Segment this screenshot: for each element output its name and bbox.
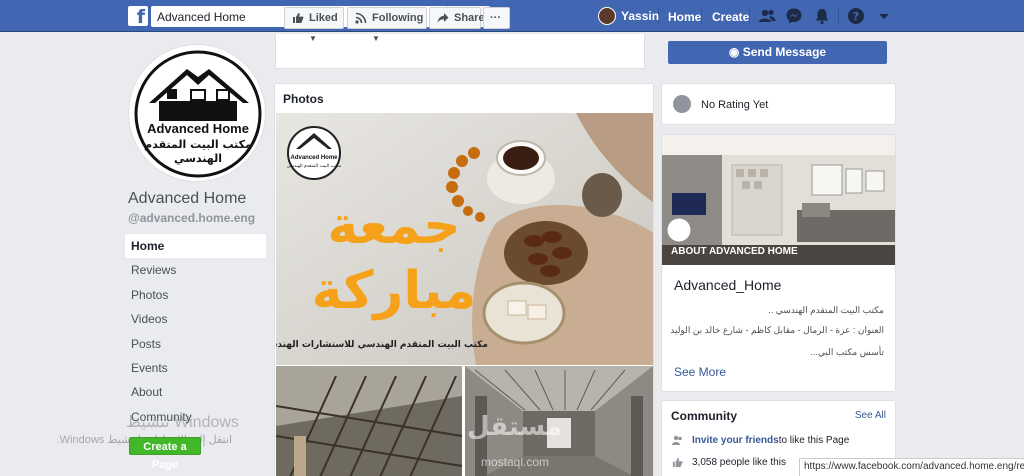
about-card: ABOUT ADVANCED HOME Advanced_Home مكتب ا… (661, 134, 896, 392)
messenger-icon: ◉ (728, 45, 740, 59)
likes-count: 3,058 people like this (692, 457, 786, 468)
messenger-icon[interactable] (785, 7, 803, 25)
featured-photo[interactable]: جمعة مباركة Advanced Home مكتب البيت الم… (276, 113, 653, 365)
about-description-line: مكتب البيت المتقدم الهندسي .. (768, 305, 884, 315)
photos-card: Photos جمعة مباركة Advanced Home مكتب ال… (274, 83, 654, 476)
about-cover-photo[interactable]: ABOUT ADVANCED HOME (662, 135, 895, 265)
facebook-logo-icon[interactable]: f (128, 6, 148, 26)
notifications-bell-icon[interactable] (813, 7, 831, 25)
svg-text:Advanced Home: Advanced Home (147, 121, 249, 136)
mostaql-watermark-url: mostaql.com (481, 455, 550, 469)
account-menu-chevron-down-icon[interactable] (875, 7, 893, 25)
chevron-down-icon: ▼ (372, 34, 380, 43)
photos-heading[interactable]: Photos (283, 92, 324, 106)
about-section-label: ABOUT ADVANCED HOME (671, 246, 798, 257)
about-page-name: Advanced_Home (674, 277, 782, 293)
thumbs-up-icon (293, 13, 304, 23)
nav-item-videos[interactable]: Videos (125, 307, 266, 331)
page-title[interactable]: Advanced Home (128, 190, 246, 208)
nav-divider (749, 8, 750, 24)
nav-divider (838, 8, 839, 24)
advanced-home-logo: Advanced Home مكتب البيت المتقدم الهندسي (134, 50, 262, 178)
share-button[interactable]: Share (429, 7, 485, 29)
windows-activation-title: تنشيط Windows (126, 414, 239, 431)
nav-item-events[interactable]: Events (125, 356, 266, 380)
share-label: Share (454, 12, 485, 24)
photo-thumbnail[interactable] (276, 366, 462, 476)
about-description-line: تأسس مكتب البي... (810, 347, 884, 357)
more-options-button[interactable]: ··· (483, 7, 510, 29)
nav-item-posts[interactable]: Posts (125, 332, 266, 356)
help-icon[interactable]: ? (847, 7, 865, 25)
community-heading[interactable]: Community (671, 409, 737, 423)
construction-rebar-photo (276, 366, 462, 476)
nav-item-home[interactable]: Home (125, 234, 266, 259)
thumbs-up-icon (672, 457, 683, 468)
following-button[interactable]: Following ▼ (347, 7, 427, 43)
top-navigation-bar: f Yassin Home Create ? (0, 0, 1024, 32)
page-profile-picture[interactable]: Advanced Home مكتب البيت المتقدم الهندسي (128, 44, 266, 182)
profile-name: Yassin (621, 9, 660, 23)
send-message-label: Send Message (742, 45, 827, 59)
chevron-down-icon: ▼ (309, 34, 317, 43)
avatar (598, 7, 616, 25)
send-message-button[interactable]: ◉ Send Message (668, 41, 887, 64)
friend-requests-icon[interactable] (758, 7, 776, 25)
jumma-mubarak-photo: جمعة مباركة Advanced Home مكتب البيت الم… (276, 113, 653, 365)
svg-text:الهندسي: الهندسي (174, 152, 222, 165)
svg-text:?: ? (853, 10, 859, 23)
svg-text:مباركة: مباركة (312, 261, 477, 321)
rating-status: No Rating Yet (701, 99, 769, 111)
page-action-bar (275, 34, 645, 69)
home-link[interactable]: Home (668, 10, 701, 24)
share-arrow-icon (437, 13, 449, 23)
rating-bubble-icon (673, 95, 691, 113)
profile-link[interactable]: Yassin (598, 7, 659, 25)
svg-text:Advanced Home: Advanced Home (290, 155, 338, 161)
rating-card: No Rating Yet (661, 83, 896, 125)
nav-item-reviews[interactable]: Reviews (125, 258, 266, 282)
svg-text:مكتب البيت المتقدم: مكتب البيت المتقدم (144, 138, 252, 151)
nav-item-about[interactable]: About (125, 380, 266, 404)
nav-item-photos[interactable]: Photos (125, 283, 266, 307)
invite-friends-row: Invite your friends to like this Page (672, 435, 849, 446)
invite-friends-text: to like this Page (778, 435, 850, 446)
create-page-button[interactable]: Create a Page (129, 437, 201, 471)
rss-feed-icon (355, 12, 367, 24)
nav-divider (658, 8, 659, 24)
nav-divider (701, 8, 702, 24)
page-left-nav: Home Reviews Photos Videos Posts Events … (125, 234, 266, 429)
about-description-line: العنوان : عزة - الرمال - مقابل كاظم - شا… (670, 325, 884, 335)
liked-label: Liked (309, 12, 338, 24)
liked-button[interactable]: Liked ▼ (284, 7, 344, 43)
mostaql-watermark: مستقل (467, 412, 563, 442)
see-all-link[interactable]: See All (855, 410, 886, 421)
likes-count-row: 3,058 people like this (672, 457, 786, 468)
invite-friends-link[interactable]: Invite your friends (692, 435, 779, 446)
see-more-link[interactable]: See More (674, 365, 726, 379)
svg-text:جمعة: جمعة (327, 196, 460, 256)
people-icon (672, 435, 682, 445)
page-username[interactable]: @advanced.home.eng (128, 211, 255, 225)
create-link[interactable]: Create (712, 10, 749, 24)
svg-text:مكتب البيت المتقدم الهندسي: مكتب البيت المتقدم الهندسي (287, 163, 342, 169)
following-label: Following (372, 12, 424, 24)
browser-status-url: https://www.facebook.com/advanced.home.e… (799, 458, 1024, 476)
svg-text:مكتب البيت المتقدم الهندسي للا: مكتب البيت المتقدم الهندسي للاستشارات ال… (276, 340, 488, 350)
